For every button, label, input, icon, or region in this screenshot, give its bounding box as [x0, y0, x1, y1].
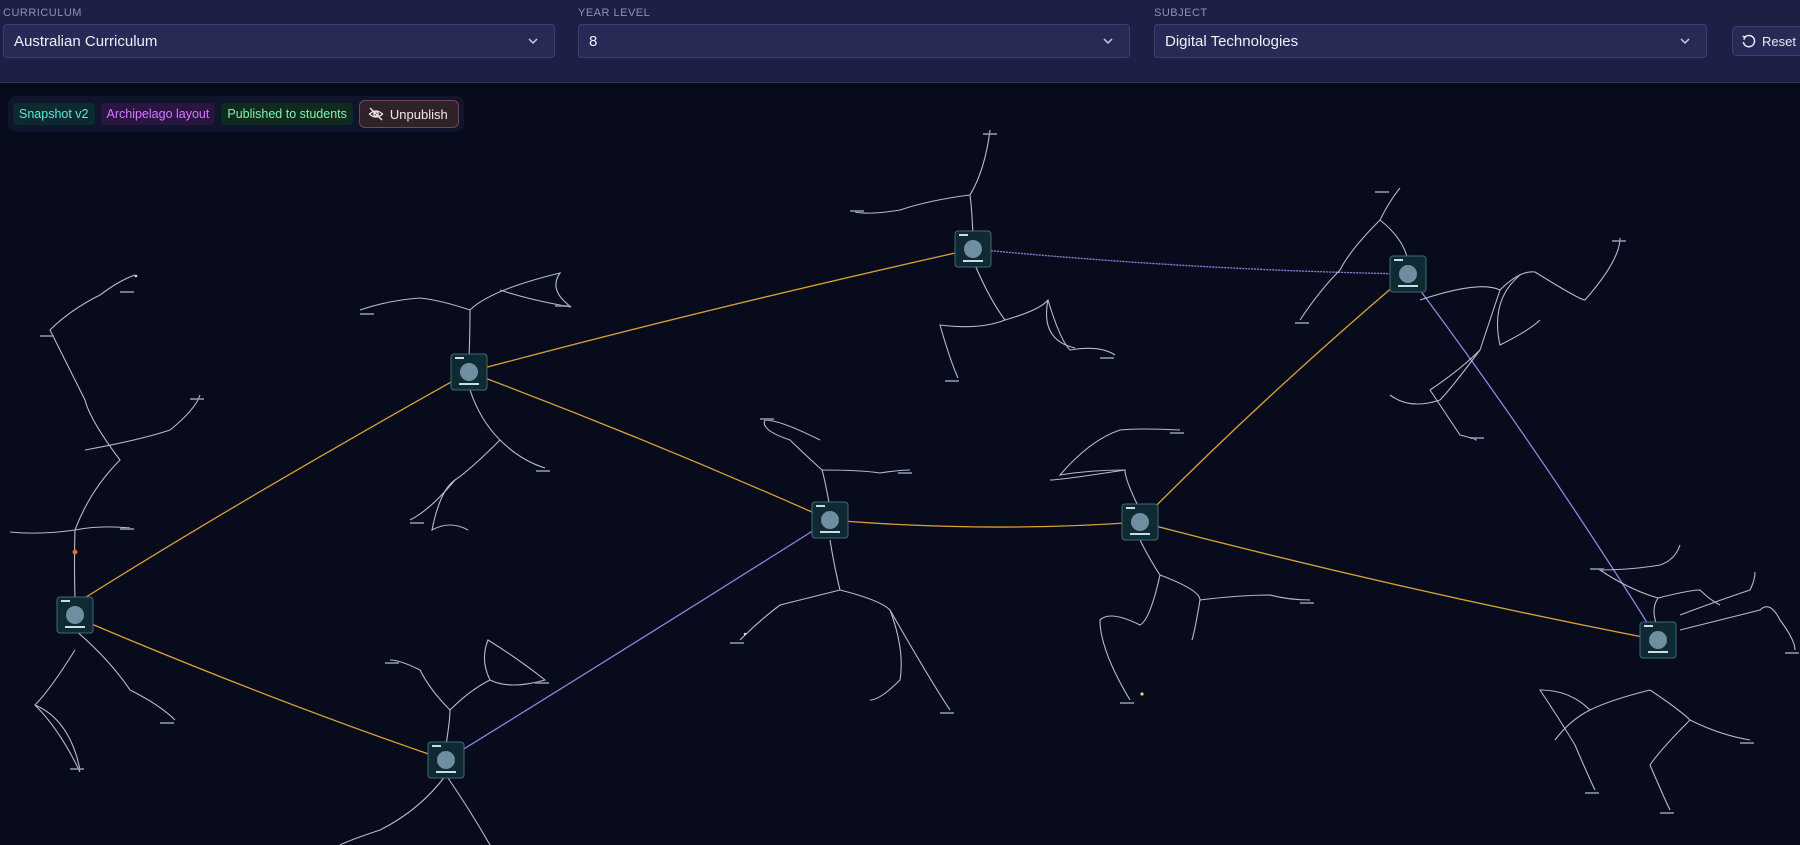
reset-icon	[1742, 34, 1756, 47]
island-hub-icon	[460, 363, 478, 381]
filter-bar: CURRICULUM Australian Curriculum YEAR LE…	[0, 0, 1800, 83]
reset-label: Reset	[1762, 33, 1796, 49]
island-hub-icon	[1131, 513, 1149, 531]
graph-canvas[interactable]	[0, 83, 1800, 845]
link-gold	[1139, 521, 1659, 641]
subject-field: SUBJECT Digital Technologies	[1154, 6, 1707, 58]
island-hub[interactable]	[450, 353, 488, 391]
link-violet	[972, 248, 1409, 275]
link-violet	[445, 519, 831, 761]
curriculum-select[interactable]: Australian Curriculum	[3, 24, 555, 58]
link-gold	[74, 616, 447, 761]
subject-select[interactable]: Digital Technologies	[1154, 24, 1707, 58]
link-gold	[468, 371, 831, 521]
year-level-label: YEAR LEVEL	[578, 7, 651, 19]
layout-badge: Archipelago layout	[100, 103, 216, 125]
link-gold	[468, 248, 974, 373]
chevron-down-icon	[1103, 38, 1113, 45]
island-hub[interactable]	[56, 596, 94, 634]
link-gold	[1139, 273, 1409, 523]
island-hub-icon	[1399, 265, 1417, 283]
curriculum-field: CURRICULUM Australian Curriculum	[3, 6, 555, 58]
year-level-value: 8	[589, 32, 598, 50]
status-badges: Snapshot v2 Archipelago layout Published…	[8, 96, 464, 132]
chevron-down-icon	[1680, 38, 1690, 45]
published-badge: Published to students	[221, 103, 353, 125]
concept-branches	[9, 129, 1796, 845]
island-hub[interactable]	[427, 741, 465, 779]
reset-button[interactable]: Reset	[1732, 26, 1800, 56]
island-hub-icon	[437, 751, 455, 769]
unpublish-button[interactable]: Unpublish	[358, 100, 459, 128]
island-hub[interactable]	[1121, 503, 1159, 541]
subject-value: Digital Technologies	[1165, 32, 1299, 50]
branch-node-marks	[40, 133, 1799, 814]
island-hub-icon	[1649, 631, 1667, 649]
link-violet	[1407, 273, 1659, 641]
island-hub-icon	[964, 240, 982, 258]
island-hub[interactable]	[954, 230, 992, 268]
unpublish-label: Unpublish	[389, 106, 448, 122]
island-links	[74, 248, 1659, 761]
subject-label: SUBJECT	[1154, 7, 1208, 19]
link-gold	[74, 371, 470, 605]
year-level-field: YEAR LEVEL 8	[578, 6, 1130, 58]
island-hub[interactable]	[811, 501, 849, 539]
island-hubs[interactable]	[56, 230, 1677, 779]
snapshot-badge: Snapshot v2	[13, 103, 95, 125]
island-hub[interactable]	[1639, 621, 1677, 659]
link-gold	[829, 519, 1141, 528]
curriculum-value: Australian Curriculum	[14, 32, 158, 50]
island-hub-icon	[821, 511, 839, 529]
curriculum-label: CURRICULUM	[3, 7, 82, 19]
chevron-down-icon	[528, 38, 538, 45]
eye-off-icon	[368, 107, 384, 121]
year-level-select[interactable]: 8	[578, 24, 1130, 58]
accent-dots	[72, 274, 1144, 696]
island-hub[interactable]	[1389, 255, 1427, 293]
island-hub-icon	[66, 606, 84, 624]
